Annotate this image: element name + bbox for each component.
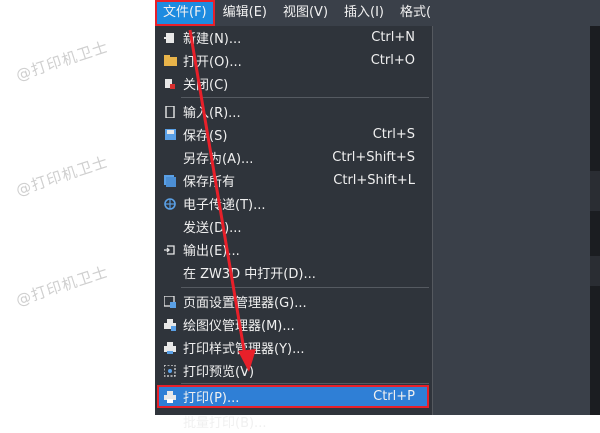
annotation-arrow bbox=[188, 29, 256, 372]
